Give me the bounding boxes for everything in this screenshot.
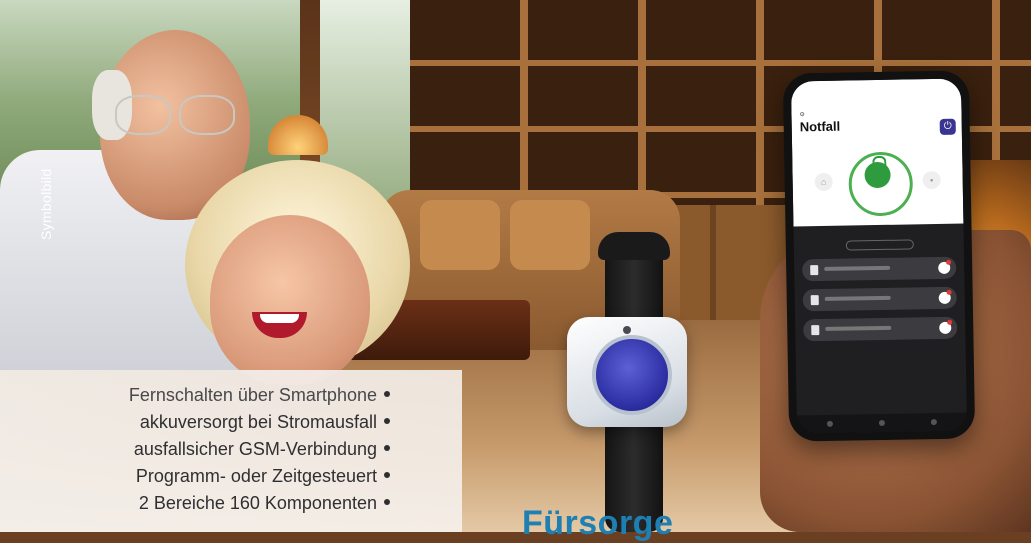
- power-icon[interactable]: ⏻: [939, 118, 956, 135]
- tab-pill[interactable]: [845, 239, 914, 251]
- headline: Fürsorge: [522, 504, 674, 542]
- strap-loop: [598, 232, 670, 260]
- list-item[interactable]: [803, 316, 958, 342]
- feature-item: Fernschalten über Smartphone: [0, 382, 390, 409]
- feature-item: Programm- oder Zeitgesteuert: [0, 463, 390, 490]
- app-title: Notfall: [799, 118, 841, 135]
- lock-icon[interactable]: ▪: [922, 170, 941, 190]
- door-icon: [810, 265, 819, 276]
- phone-navbar: [796, 412, 968, 434]
- status-icon: [939, 321, 952, 334]
- sofa-cushion: [510, 200, 590, 270]
- symbol-image-label: Symbolbild: [38, 168, 54, 240]
- status-icon: [938, 261, 951, 274]
- status-icon: [938, 291, 951, 304]
- phone-screen: ⚙ Notfall ⏻ ⌂ ▪: [790, 78, 968, 434]
- led-indicator: [623, 326, 631, 334]
- app-header: ⚙ Notfall ⏻ ⌂ ▪: [790, 78, 964, 227]
- feature-item: 2 Bereiche 160 Komponenten: [0, 490, 390, 517]
- sofa-cushion: [420, 200, 500, 270]
- device-list: [802, 256, 958, 350]
- feature-list: Fernschalten über Smartphone akkuversorg…: [0, 370, 462, 517]
- feature-item: ausfallsicher GSM-Verbindung: [0, 436, 390, 463]
- woman-face: [210, 215, 370, 385]
- door-icon: [810, 295, 819, 306]
- feature-item: akkuversorgt bei Stromausfall: [0, 409, 390, 436]
- home-icon[interactable]: ⌂: [814, 172, 833, 192]
- sensor-icon: [811, 325, 820, 336]
- feature-list-panel: Fernschalten über Smartphone akkuversorg…: [0, 370, 462, 532]
- glasses: [115, 95, 235, 135]
- panic-button[interactable]: [592, 335, 672, 415]
- list-item[interactable]: [802, 256, 957, 282]
- smartphone: ⚙ Notfall ⏻ ⌂ ▪: [782, 70, 976, 442]
- list-item[interactable]: [802, 286, 957, 312]
- app-brand: ⚙: [799, 112, 805, 119]
